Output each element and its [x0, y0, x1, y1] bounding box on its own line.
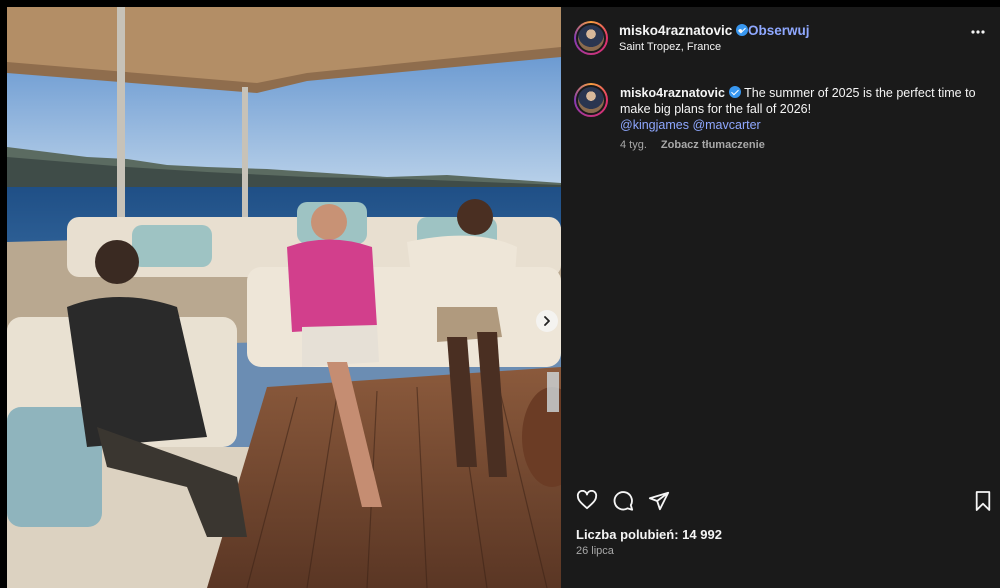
comment-icon[interactable]: [612, 490, 634, 512]
post-date: 26 lipca: [576, 545, 614, 557]
caption-username[interactable]: misko4raznatovic: [620, 86, 725, 100]
share-icon[interactable]: [648, 490, 670, 512]
see-translation-link[interactable]: Zobacz tłumaczenie: [661, 139, 765, 151]
caption-author-avatar[interactable]: [574, 83, 608, 117]
post-photo[interactable]: [7, 7, 561, 588]
post-side-panel: misko4raznatovic • Obserwuj Saint Tropez…: [561, 7, 1000, 588]
yacht-photo-illustration: [7, 7, 561, 588]
next-image-button[interactable]: [536, 310, 558, 332]
author-username[interactable]: misko4raznatovic: [619, 23, 732, 38]
action-bar: [576, 490, 991, 514]
header-author: misko4raznatovic: [619, 23, 749, 38]
mention-link[interactable]: @mavcarter: [692, 118, 760, 132]
bookmark-icon[interactable]: [974, 490, 992, 512]
author-avatar[interactable]: [574, 21, 608, 55]
more-horizontal-icon: [971, 30, 985, 34]
heart-icon[interactable]: [576, 490, 598, 510]
verified-badge-icon: [728, 86, 741, 98]
mention-link[interactable]: @kingjames: [620, 118, 689, 132]
chevron-right-icon: [544, 316, 550, 326]
post-caption: misko4raznatovic The summer of 2025 is t…: [620, 85, 980, 133]
follow-button[interactable]: Obserwuj: [748, 23, 810, 38]
separator-dot: •: [738, 23, 743, 38]
post-age: 4 tyg.: [620, 139, 647, 151]
likes-count[interactable]: Liczba polubień: 14 992: [576, 527, 722, 542]
caption-meta: 4 tyg. Zobacz tłumaczenie: [620, 139, 765, 151]
more-options-button[interactable]: [971, 25, 985, 35]
post-location[interactable]: Saint Tropez, France: [619, 41, 721, 53]
